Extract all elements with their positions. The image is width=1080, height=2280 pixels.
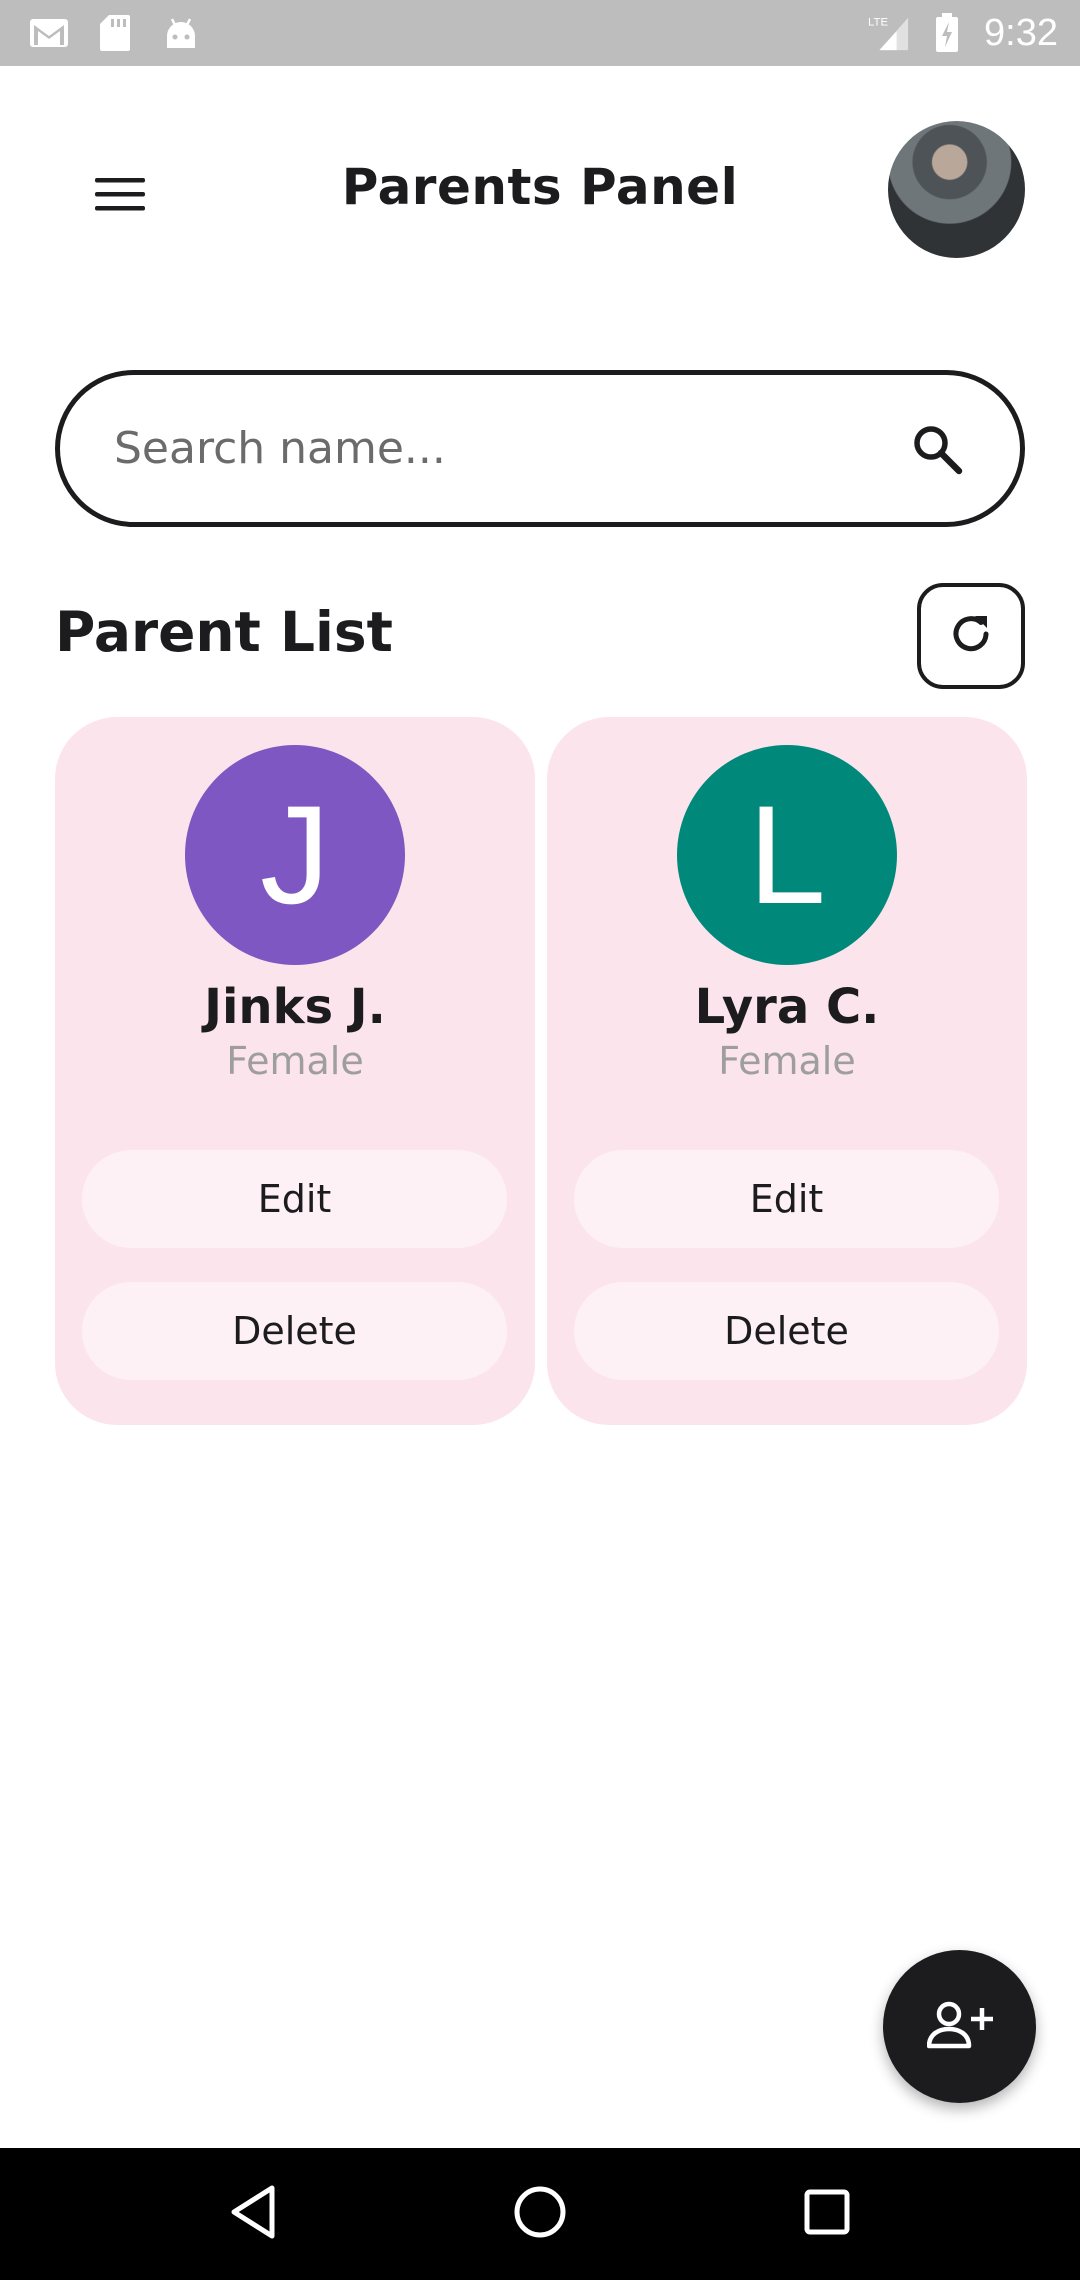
edit-button[interactable]: Edit (82, 1150, 507, 1248)
back-icon (228, 2184, 278, 2244)
android-icon (160, 15, 202, 51)
battery-charging-icon (926, 13, 968, 52)
search-input[interactable] (114, 423, 906, 474)
parent-avatar: L (677, 745, 897, 965)
parent-name: Jinks J. (204, 979, 386, 1035)
add-parent-button[interactable] (883, 1950, 1036, 2103)
parent-card: J Jinks J. Female Edit Delete (55, 717, 535, 1425)
refresh-icon (945, 608, 997, 664)
home-button[interactable] (495, 2169, 585, 2259)
app-header: Parents Panel (0, 66, 1080, 316)
parent-name: Lyra C. (694, 979, 880, 1035)
search-icon[interactable] (906, 418, 968, 480)
back-button[interactable] (208, 2169, 298, 2259)
add-person-icon (926, 2000, 993, 2054)
status-bar: LTE 9:32 (0, 0, 1080, 66)
system-status: LTE 9:32 (868, 12, 1058, 55)
status-time: 9:32 (984, 11, 1058, 54)
parent-gender: Female (226, 1039, 364, 1083)
delete-button[interactable]: Delete (574, 1282, 999, 1380)
parent-card: L Lyra C. Female Edit Delete (547, 717, 1027, 1425)
system-nav-bar (0, 2148, 1080, 2280)
home-icon (512, 2184, 568, 2244)
signal-icon: LTE (868, 15, 910, 51)
recents-button[interactable] (782, 2169, 872, 2259)
user-avatar[interactable] (888, 121, 1025, 258)
recents-icon (802, 2187, 852, 2241)
delete-button[interactable]: Delete (82, 1282, 507, 1380)
sd-card-icon (94, 15, 136, 51)
search-box (55, 370, 1025, 527)
notification-icons (28, 15, 202, 51)
svg-text:LTE: LTE (868, 16, 888, 28)
section-title: Parent List (55, 600, 393, 664)
gmail-icon (28, 15, 70, 51)
refresh-button[interactable] (917, 583, 1025, 689)
parent-gender: Female (718, 1039, 856, 1083)
edit-button[interactable]: Edit (574, 1150, 999, 1248)
parent-avatar: J (185, 745, 405, 965)
